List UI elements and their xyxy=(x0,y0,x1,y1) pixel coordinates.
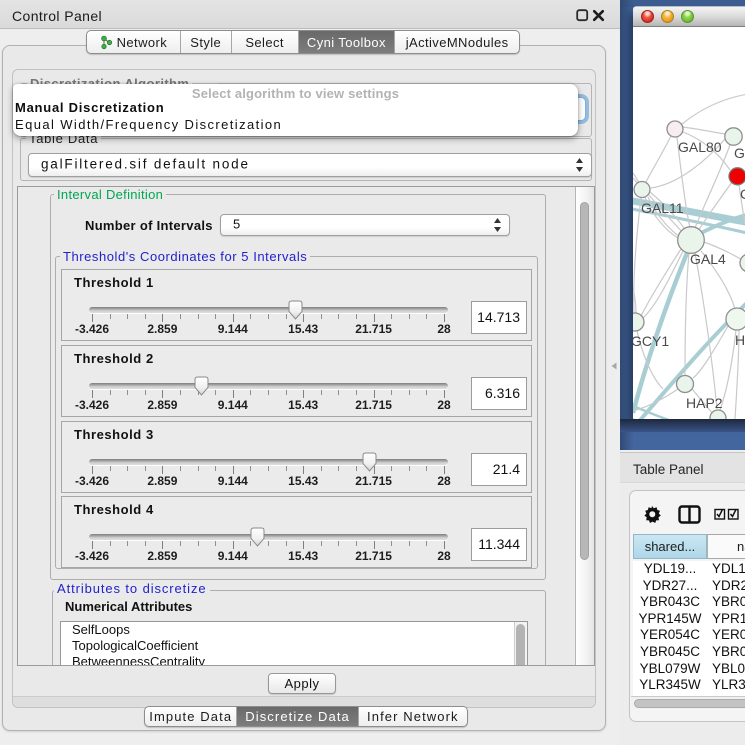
svg-text:HAP2: HAP2 xyxy=(686,395,723,411)
svg-text:H: H xyxy=(735,332,745,348)
svg-text:GCY1: GCY1 xyxy=(633,333,669,349)
svg-text:GAL11: GAL11 xyxy=(641,200,684,216)
svg-text:GA: GA xyxy=(734,145,745,161)
svg-text:C: C xyxy=(740,186,745,202)
svg-text:GAL80: GAL80 xyxy=(678,139,722,155)
svg-text:GAL4: GAL4 xyxy=(690,251,726,267)
